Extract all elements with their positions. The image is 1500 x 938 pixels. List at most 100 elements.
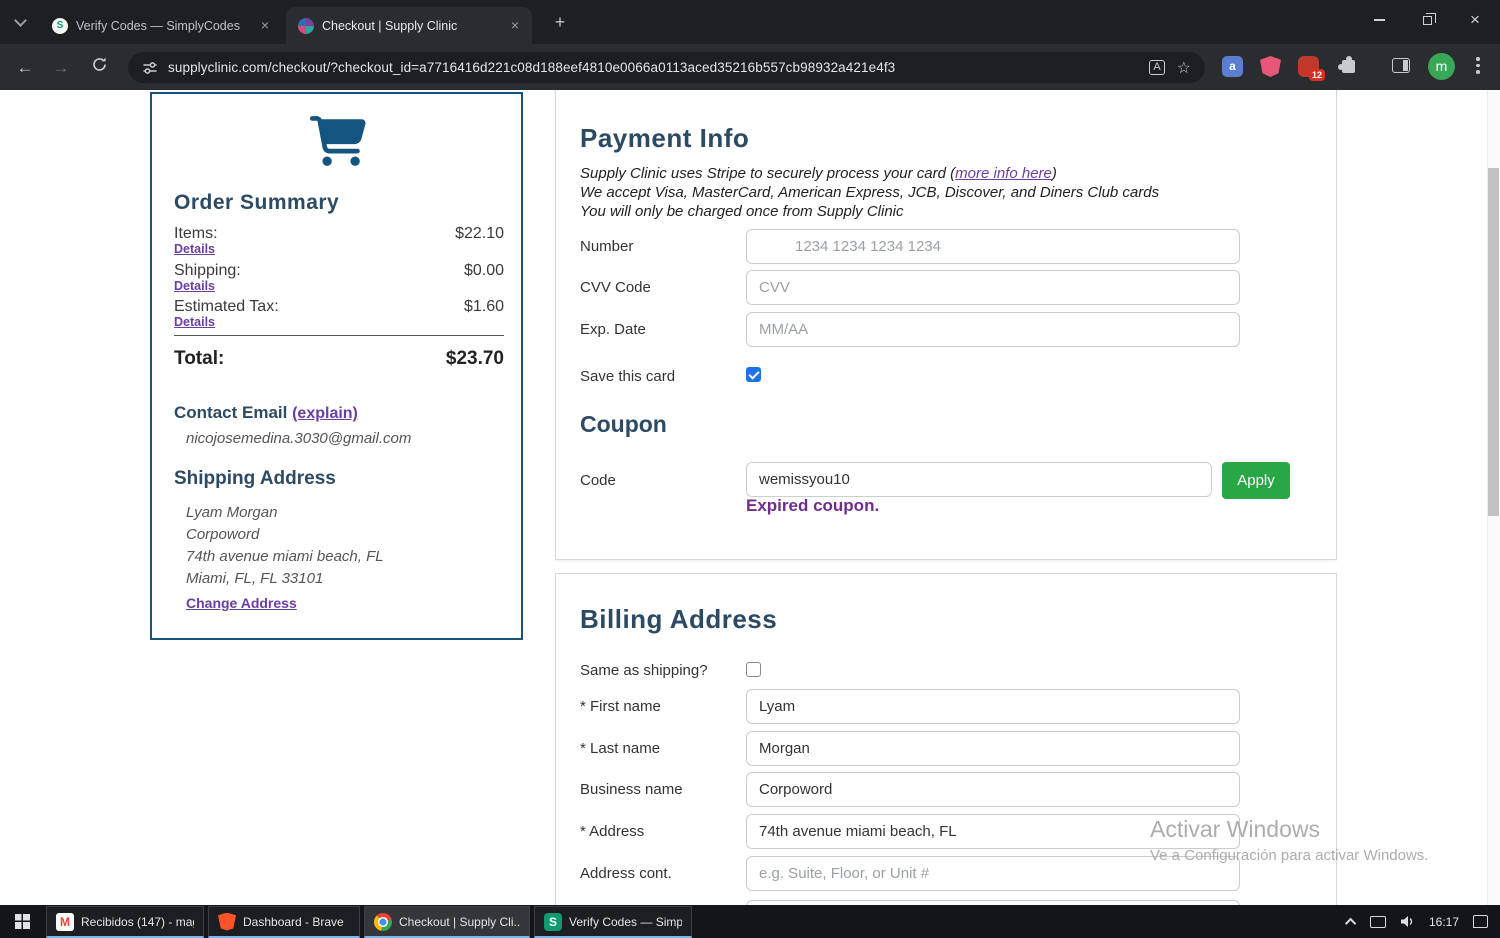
coupon-code-label: Code: [580, 472, 616, 489]
save-card-checkbox[interactable]: [746, 367, 761, 382]
extensions-puzzle-icon[interactable]: [1338, 56, 1359, 77]
coupon-code-input[interactable]: [746, 462, 1212, 497]
watermark-line2: Ve a Configuración para activar Windows.: [1150, 847, 1429, 864]
tab-close-icon[interactable]: [506, 17, 524, 35]
apply-coupon-button[interactable]: Apply: [1222, 462, 1290, 499]
watermark-line1: Activar Windows: [1150, 816, 1320, 842]
explain-link[interactable]: (explain): [292, 405, 358, 422]
tax-details-link[interactable]: Details: [174, 315, 215, 329]
network-icon[interactable]: [1369, 915, 1386, 928]
taskbar-item-chrome-checkout[interactable]: Checkout | Supply Cli...: [364, 906, 530, 938]
first-name-label: * First name: [580, 698, 661, 715]
tab-title: Verify Codes — SimplyCodes: [76, 18, 240, 33]
hidden-icons-chevron-icon[interactable]: [1344, 917, 1357, 929]
accepted-cards-note: We accept Visa, MasterCard, American Exp…: [580, 184, 1160, 201]
taskbar-item-brave[interactable]: Dashboard - Brave: [208, 906, 360, 938]
window-minimize-button[interactable]: [1356, 4, 1402, 36]
browser-toolbar: supplyclinic.com/checkout/?checkout_id=a…: [0, 44, 1500, 90]
browser-tabstrip: S Verify Codes — SimplyCodes Checkout | …: [0, 0, 1500, 44]
exp-date-input[interactable]: [746, 312, 1240, 347]
reload-button[interactable]: [86, 55, 112, 81]
tab-title: Checkout | Supply Clinic: [322, 18, 458, 33]
new-tab-button[interactable]: [548, 11, 572, 35]
bookmark-star-icon[interactable]: [1177, 58, 1191, 78]
tab-search-chevron-icon[interactable]: [14, 14, 27, 27]
payment-info-section: Payment Info Supply Clinic uses Stripe t…: [555, 90, 1337, 560]
total-label: Total:: [174, 348, 225, 369]
cart-icon: [310, 116, 366, 166]
window-restore-button[interactable]: [1404, 4, 1450, 36]
tax-value: $1.60: [463, 298, 504, 315]
adblock-extension-icon[interactable]: 12: [1298, 56, 1325, 81]
shield-extension-icon[interactable]: [1260, 56, 1281, 77]
same-as-shipping-checkbox[interactable]: [746, 662, 761, 677]
screen: S Verify Codes — SimplyCodes Checkout | …: [0, 0, 1500, 938]
business-name-input[interactable]: [746, 772, 1240, 807]
more-info-link[interactable]: more info here: [955, 165, 1052, 182]
summary-divider: [174, 335, 504, 336]
last-name-input[interactable]: [746, 731, 1240, 766]
cvv-input[interactable]: [746, 270, 1240, 305]
stripe-note-pre: Supply Clinic uses Stripe to securely pr…: [580, 165, 956, 182]
extension-badge: 12: [1308, 69, 1325, 81]
shipping-value: $0.00: [463, 262, 504, 279]
shipping-address-line: Corpoword: [186, 526, 260, 543]
profile-avatar[interactable]: m: [1428, 53, 1455, 80]
volume-icon[interactable]: [1400, 915, 1415, 928]
chrome-icon: [374, 912, 392, 931]
address-bar[interactable]: supplyclinic.com/checkout/?checkout_id=a…: [128, 52, 1205, 83]
items-details-link[interactable]: Details: [174, 242, 215, 256]
gmail-icon: [56, 912, 74, 931]
back-button[interactable]: [12, 55, 38, 81]
order-summary-title: Order Summary: [174, 191, 340, 214]
translate-icon[interactable]: [1149, 60, 1165, 75]
card-number-label: Number: [580, 238, 634, 255]
card-number-input[interactable]: [746, 229, 1240, 264]
checkout-page: Order Summary Items: $22.10 Details Ship…: [0, 90, 1500, 905]
shipping-address-title: Shipping Address: [174, 468, 336, 489]
order-summary-panel: Order Summary Items: $22.10 Details Ship…: [150, 92, 523, 640]
translate-extension-icon[interactable]: [1222, 56, 1243, 77]
change-address-link[interactable]: Change Address: [186, 595, 297, 611]
window-close-button[interactable]: [1452, 4, 1498, 36]
taskbar-item-label: Dashboard - Brave: [243, 914, 344, 929]
stripe-note-post: ): [1051, 165, 1057, 182]
shipping-details-link[interactable]: Details: [174, 279, 215, 293]
charge-once-note: You will only be charged once from Suppl…: [580, 203, 904, 220]
tab-checkout-supply-clinic[interactable]: Checkout | Supply Clinic: [286, 7, 532, 44]
simplycodes-icon: [544, 912, 562, 931]
shipping-address-line: Lyam Morgan: [186, 504, 278, 521]
coupon-error-text: Expired coupon.: [746, 496, 880, 515]
browser-menu-icon[interactable]: [1476, 57, 1480, 77]
taskbar-clock[interactable]: 16:17: [1429, 915, 1459, 929]
items-label: Items:: [174, 225, 218, 242]
taskbar-item-label: Checkout | Supply Cli...: [399, 914, 520, 929]
start-button[interactable]: [0, 905, 44, 938]
business-name-label: Business name: [580, 781, 683, 798]
windows-activation-watermark: Activar Windows Ve a Configuración para …: [1150, 816, 1428, 864]
same-as-shipping-label: Same as shipping?: [580, 662, 708, 679]
items-value: $22.10: [455, 225, 504, 242]
taskbar-item-simplycodes[interactable]: Verify Codes — Simpl...: [534, 906, 692, 938]
address-label: * Address: [580, 823, 645, 840]
save-card-label: Save this card: [580, 368, 676, 385]
first-name-input[interactable]: [746, 689, 1240, 724]
taskbar-item-label: Recibidos (147) - mag...: [81, 914, 194, 929]
side-panel-icon[interactable]: [1392, 58, 1410, 73]
page-scrollbar-thumb[interactable]: [1488, 168, 1499, 516]
url-text[interactable]: supplyclinic.com/checkout/?checkout_id=a…: [168, 60, 1137, 75]
cvv-label: CVV Code: [580, 279, 651, 296]
contact-email-value: nicojosemedina.3030@gmail.com: [186, 430, 412, 447]
tab-verify-codes[interactable]: S Verify Codes — SimplyCodes: [40, 7, 282, 44]
brave-icon: [218, 912, 236, 931]
contact-email-label: Contact Email: [174, 403, 288, 422]
exp-date-label: Exp. Date: [580, 321, 646, 338]
billing-address-title: Billing Address: [580, 604, 778, 634]
action-center-icon[interactable]: [1473, 915, 1488, 928]
payment-info-title: Payment Info: [580, 123, 750, 153]
taskbar-item-gmail[interactable]: Recibidos (147) - mag...: [46, 906, 204, 938]
tab-close-icon[interactable]: [256, 17, 274, 35]
forward-button[interactable]: [48, 55, 74, 81]
shipping-label: Shipping:: [174, 262, 241, 279]
site-info-icon[interactable]: [142, 60, 158, 76]
